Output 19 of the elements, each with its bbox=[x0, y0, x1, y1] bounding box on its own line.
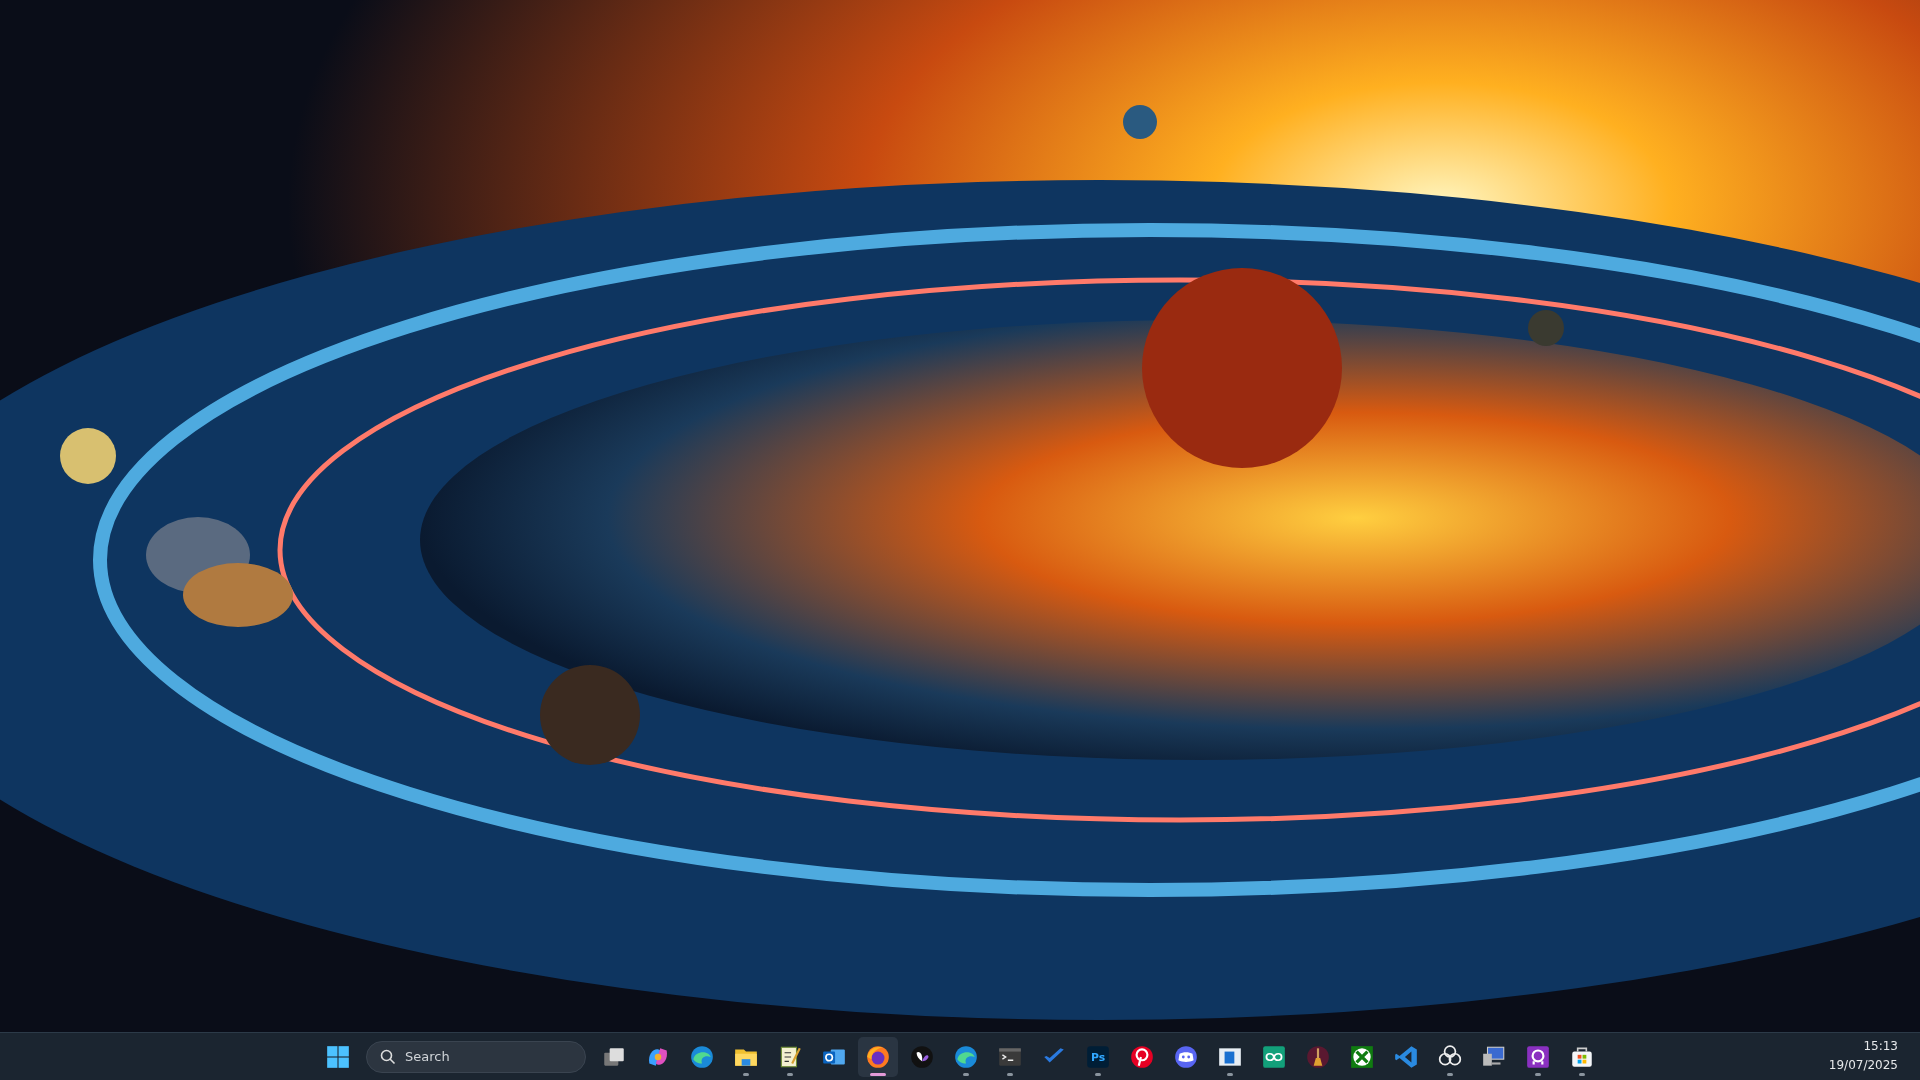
controller-icon bbox=[1173, 1043, 1199, 1070]
taskbar-app-button[interactable] bbox=[858, 1036, 898, 1077]
windows-logo-icon bbox=[325, 1043, 351, 1070]
broom-icon bbox=[1305, 1043, 1331, 1070]
taskbar-app-button[interactable]: Ps bbox=[1078, 1036, 1118, 1077]
clock-date: 19/07/2025 bbox=[1828, 1057, 1898, 1074]
swirl-globe-icon bbox=[689, 1043, 715, 1070]
clock-time: 15:13 bbox=[1862, 1038, 1898, 1055]
app-tile-icon: Ps bbox=[1085, 1043, 1111, 1070]
infinity-icon bbox=[1261, 1043, 1287, 1070]
swirl-globe-icon bbox=[953, 1043, 979, 1070]
heart-logo-icon bbox=[909, 1043, 935, 1070]
fox-globe-icon bbox=[865, 1043, 891, 1070]
search-field[interactable]: Search bbox=[366, 1040, 586, 1073]
pin-logo-icon bbox=[1129, 1043, 1155, 1070]
search-icon bbox=[380, 1048, 396, 1065]
person-logo-icon bbox=[1525, 1043, 1551, 1070]
x-logo-icon bbox=[1349, 1043, 1375, 1070]
code-logo-icon bbox=[1393, 1043, 1419, 1070]
